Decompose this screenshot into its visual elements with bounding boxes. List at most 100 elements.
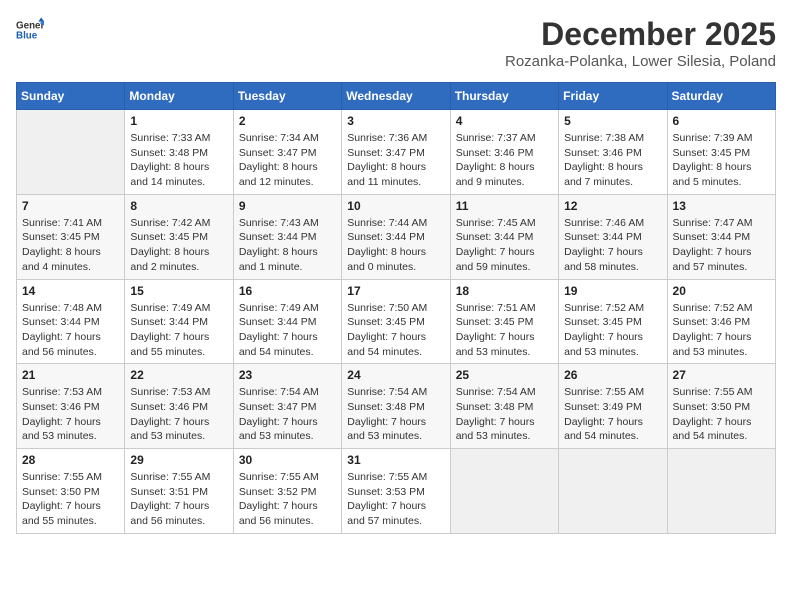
table-row: 21 Sunrise: 7:53 AM Sunset: 3:46 PM Dayli… — [17, 364, 125, 449]
day-info: Sunrise: 7:43 AM Sunset: 3:44 PM Dayligh… — [239, 216, 336, 275]
day-info: Sunrise: 7:51 AM Sunset: 3:45 PM Dayligh… — [456, 301, 553, 360]
table-row: 5Sunrise: 7:38 AM Sunset: 3:46 PM Daylig… — [559, 110, 667, 195]
table-row: 8 Sunrise: 7:42 AM Sunset: 3:45 PM Daylig… — [125, 194, 233, 279]
table-row: 1 Sunrise: 7:33 AM Sunset: 3:48 PM Daylig… — [125, 110, 233, 195]
day-number: 21 — [22, 368, 119, 382]
calendar-header-row: Sunday Monday Tuesday Wednesday Thursday… — [17, 83, 776, 110]
day-info: Sunrise: 7:53 AM Sunset: 3:46 PM Dayligh… — [130, 385, 227, 444]
day-info: Sunrise: 7:50 AM Sunset: 3:45 PM Dayligh… — [347, 301, 444, 360]
day-number: 7 — [22, 199, 119, 213]
day-info: Sunrise: 7:54 AM Sunset: 3:48 PM Dayligh… — [347, 385, 444, 444]
day-number: 26 — [564, 368, 661, 382]
day-number: 19 — [564, 284, 661, 298]
table-row: 20Sunrise: 7:52 AM Sunset: 3:46 PM Dayli… — [667, 279, 775, 364]
table-row: 17 Sunrise: 7:50 AM Sunset: 3:45 PM Dayli… — [342, 279, 450, 364]
logo: General Blue — [16, 16, 44, 44]
calendar: Sunday Monday Tuesday Wednesday Thursday… — [16, 82, 776, 534]
day-info: Sunrise: 7:55 AM Sunset: 3:51 PM Dayligh… — [130, 470, 227, 529]
day-info: Sunrise: 7:36 AM Sunset: 3:47 PM Dayligh… — [347, 131, 444, 190]
day-number: 30 — [239, 453, 336, 467]
day-number: 8 — [130, 199, 227, 213]
day-number: 24 — [347, 368, 444, 382]
day-number: 29 — [130, 453, 227, 467]
col-sunday: Sunday — [17, 83, 125, 110]
svg-text:Blue: Blue — [16, 30, 38, 41]
calendar-week-row: 14 Sunrise: 7:48 AM Sunset: 3:44 PM Dayli… — [17, 279, 776, 364]
table-row: 14 Sunrise: 7:48 AM Sunset: 3:44 PM Dayli… — [17, 279, 125, 364]
day-info: Sunrise: 7:33 AM Sunset: 3:48 PM Dayligh… — [130, 131, 227, 190]
day-info: Sunrise: 7:54 AM Sunset: 3:48 PM Dayligh… — [456, 385, 553, 444]
table-row — [559, 449, 667, 534]
day-number: 11 — [456, 199, 553, 213]
day-info: Sunrise: 7:42 AM Sunset: 3:45 PM Dayligh… — [130, 216, 227, 275]
day-info: Sunrise: 7:53 AM Sunset: 3:46 PM Dayligh… — [22, 385, 119, 444]
day-info: Sunrise: 7:52 AM Sunset: 3:45 PM Dayligh… — [564, 301, 661, 360]
table-row: 27 Sunrise: 7:55 AM Sunset: 3:50 PM Dayli… — [667, 364, 775, 449]
day-info: Sunrise: 7:55 AM Sunset: 3:50 PM Dayligh… — [673, 385, 770, 444]
table-row: 18 Sunrise: 7:51 AM Sunset: 3:45 PM Dayli… — [450, 279, 558, 364]
day-number: 18 — [456, 284, 553, 298]
day-number: 15 — [130, 284, 227, 298]
col-thursday: Thursday — [450, 83, 558, 110]
day-number: 3 — [347, 114, 444, 128]
day-info: Sunrise: 7:46 AM Sunset: 3:44 PM Dayligh… — [564, 216, 661, 275]
calendar-week-row: 28 Sunrise: 7:55 AM Sunset: 3:50 PM Dayli… — [17, 449, 776, 534]
day-number: 17 — [347, 284, 444, 298]
table-row: 3 Sunrise: 7:36 AM Sunset: 3:47 PM Daylig… — [342, 110, 450, 195]
table-row: 29 Sunrise: 7:55 AM Sunset: 3:51 PM Dayli… — [125, 449, 233, 534]
day-info: Sunrise: 7:54 AM Sunset: 3:47 PM Dayligh… — [239, 385, 336, 444]
table-row: 23 Sunrise: 7:54 AM Sunset: 3:47 PM Dayli… — [233, 364, 341, 449]
day-info: Sunrise: 7:48 AM Sunset: 3:44 PM Dayligh… — [22, 301, 119, 360]
logo-icon: General Blue — [16, 16, 44, 44]
day-number: 10 — [347, 199, 444, 213]
table-row: 7 Sunrise: 7:41 AM Sunset: 3:45 PM Daylig… — [17, 194, 125, 279]
day-info: Sunrise: 7:44 AM Sunset: 3:44 PM Dayligh… — [347, 216, 444, 275]
table-row: 4Sunrise: 7:37 AM Sunset: 3:46 PM Daylig… — [450, 110, 558, 195]
day-info: Sunrise: 7:55 AM Sunset: 3:53 PM Dayligh… — [347, 470, 444, 529]
day-info: Sunrise: 7:49 AM Sunset: 3:44 PM Dayligh… — [130, 301, 227, 360]
day-info: Sunrise: 7:52 AM Sunset: 3:46 PM Dayligh… — [673, 301, 770, 360]
table-row: 19 Sunrise: 7:52 AM Sunset: 3:45 PM Dayli… — [559, 279, 667, 364]
day-info: Sunrise: 7:55 AM Sunset: 3:52 PM Dayligh… — [239, 470, 336, 529]
table-row — [667, 449, 775, 534]
month-title: December 2025 — [505, 16, 776, 53]
day-number: 28 — [22, 453, 119, 467]
table-row: 2 Sunrise: 7:34 AM Sunset: 3:47 PM Daylig… — [233, 110, 341, 195]
day-number: 27 — [673, 368, 770, 382]
header: General Blue December 2025 Rozanka-Polan… — [16, 16, 776, 70]
day-info: Sunrise: 7:55 AM Sunset: 3:50 PM Dayligh… — [22, 470, 119, 529]
calendar-week-row: 1 Sunrise: 7:33 AM Sunset: 3:48 PM Daylig… — [17, 110, 776, 195]
day-info: Sunrise: 7:39 AM Sunset: 3:45 PM Dayligh… — [673, 131, 770, 190]
day-number: 6 — [673, 114, 770, 128]
title-section: December 2025 Rozanka-Polanka, Lower Sil… — [505, 16, 776, 70]
table-row: 30 Sunrise: 7:55 AM Sunset: 3:52 PM Dayli… — [233, 449, 341, 534]
day-number: 12 — [564, 199, 661, 213]
day-info: Sunrise: 7:47 AM Sunset: 3:44 PM Dayligh… — [673, 216, 770, 275]
day-number: 16 — [239, 284, 336, 298]
table-row: 24 Sunrise: 7:54 AM Sunset: 3:48 PM Dayli… — [342, 364, 450, 449]
table-row — [450, 449, 558, 534]
day-info: Sunrise: 7:41 AM Sunset: 3:45 PM Dayligh… — [22, 216, 119, 275]
day-info: Sunrise: 7:55 AM Sunset: 3:49 PM Dayligh… — [564, 385, 661, 444]
table-row: 15 Sunrise: 7:49 AM Sunset: 3:44 PM Dayli… — [125, 279, 233, 364]
location-title: Rozanka-Polanka, Lower Silesia, Poland — [505, 53, 776, 70]
table-row: 25 Sunrise: 7:54 AM Sunset: 3:48 PM Dayli… — [450, 364, 558, 449]
day-info: Sunrise: 7:34 AM Sunset: 3:47 PM Dayligh… — [239, 131, 336, 190]
day-number: 25 — [456, 368, 553, 382]
day-number: 23 — [239, 368, 336, 382]
calendar-week-row: 21 Sunrise: 7:53 AM Sunset: 3:46 PM Dayli… — [17, 364, 776, 449]
col-monday: Monday — [125, 83, 233, 110]
table-row: 6 Sunrise: 7:39 AM Sunset: 3:45 PM Daylig… — [667, 110, 775, 195]
table-row: 13Sunrise: 7:47 AM Sunset: 3:44 PM Dayli… — [667, 194, 775, 279]
col-saturday: Saturday — [667, 83, 775, 110]
table-row: 9Sunrise: 7:43 AM Sunset: 3:44 PM Daylig… — [233, 194, 341, 279]
day-number: 5 — [564, 114, 661, 128]
day-number: 4 — [456, 114, 553, 128]
table-row: 22Sunrise: 7:53 AM Sunset: 3:46 PM Dayli… — [125, 364, 233, 449]
day-number: 14 — [22, 284, 119, 298]
day-number: 2 — [239, 114, 336, 128]
calendar-week-row: 7 Sunrise: 7:41 AM Sunset: 3:45 PM Daylig… — [17, 194, 776, 279]
table-row: 11Sunrise: 7:45 AM Sunset: 3:44 PM Dayli… — [450, 194, 558, 279]
day-number: 1 — [130, 114, 227, 128]
col-friday: Friday — [559, 83, 667, 110]
